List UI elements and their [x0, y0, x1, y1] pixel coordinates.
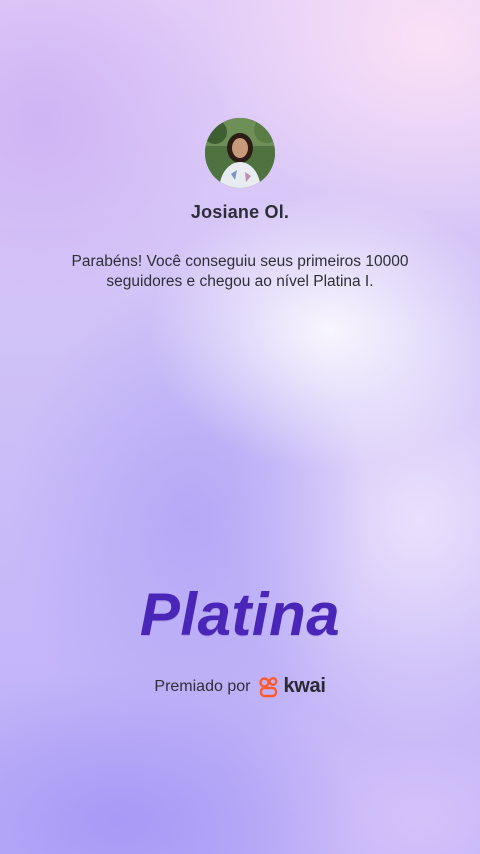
avatar[interactable]	[205, 118, 275, 188]
brand-name: kwai	[283, 675, 326, 697]
award-credit: Premiado por kwai	[0, 676, 480, 698]
level-title: Platina	[139, 581, 341, 648]
profile-photo	[205, 118, 275, 188]
award-label: Premiado por	[154, 678, 251, 695]
kwai-logo-icon	[259, 677, 278, 698]
brand: kwai	[258, 675, 326, 698]
message-line-2: seguidores e chegou ao nível Platina I.	[106, 273, 374, 290]
message-line-1: Parabéns! Você conseguiu seus primeiros …	[71, 253, 409, 270]
user-name: Josiane Ol.	[190, 202, 290, 222]
congratulations-message: Parabéns! Você conseguiu seus primeiros …	[40, 252, 440, 292]
